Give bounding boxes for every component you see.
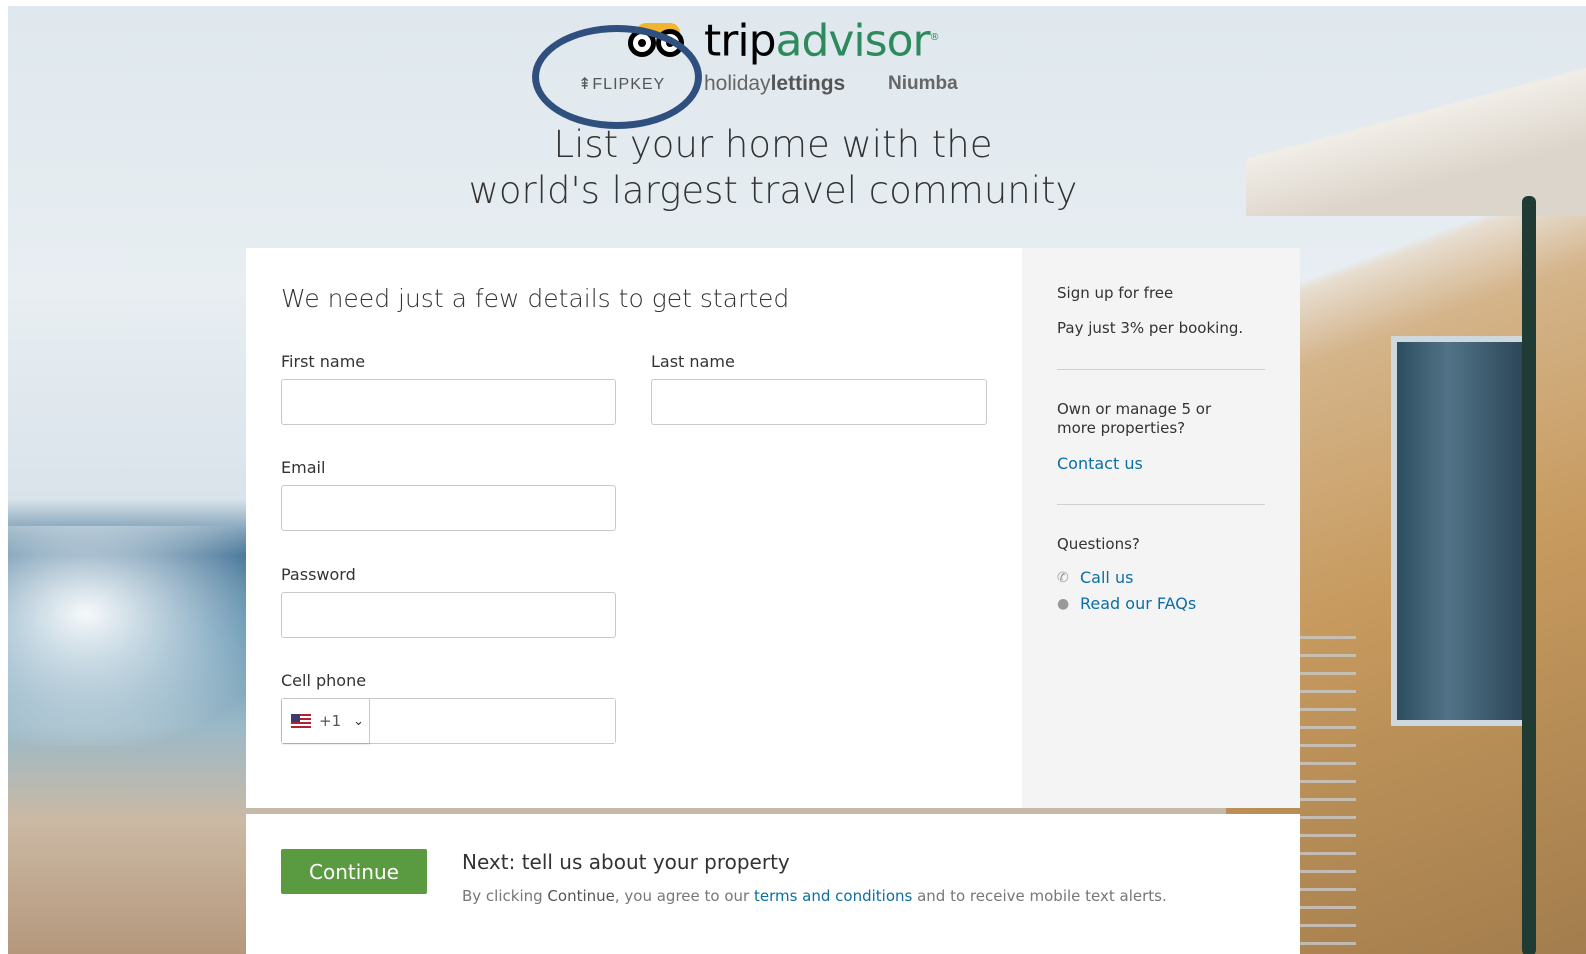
hero-headline: List your home with the world's largest … — [468, 123, 1078, 212]
manage-properties-text: Own or manage 5 or more properties? — [1057, 400, 1212, 437]
holidaylettings-logo: holidaylettings — [704, 72, 846, 95]
first-name-input[interactable] — [281, 379, 616, 425]
signup-form: We need just a few details to get starte… — [246, 248, 1022, 808]
email-label: Email — [281, 458, 326, 477]
sidebar-divider — [1057, 504, 1265, 505]
drain-pipe — [1522, 196, 1536, 954]
contact-us-link[interactable]: Contact us — [1057, 454, 1143, 473]
password-label: Password — [281, 565, 356, 584]
last-name-label: Last name — [651, 352, 735, 371]
email-input[interactable] — [281, 485, 616, 531]
cell-phone-field: +1 ⌄ — [281, 698, 616, 744]
sidebar-divider — [1057, 369, 1265, 370]
legal-notice: By clicking Continue, you agree to our t… — [462, 887, 1167, 905]
us-flag-icon — [291, 714, 311, 728]
pricing-text: Pay just 3% per booking. — [1057, 319, 1244, 337]
next-step-title: Next: tell us about your property — [462, 850, 790, 874]
sun-glare — [8, 526, 268, 746]
form-title: We need just a few details to get starte… — [281, 284, 790, 313]
house-window — [1391, 336, 1531, 726]
password-input[interactable] — [281, 592, 616, 638]
last-name-input[interactable] — [651, 379, 987, 425]
continue-button[interactable]: Continue — [281, 849, 427, 894]
call-us-link[interactable]: Call us — [1080, 568, 1133, 587]
tripadvisor-wordmark: tripadvisor® — [704, 15, 940, 67]
niumba-logo: Niumba — [888, 73, 958, 94]
highlight-circle-annotation — [532, 25, 702, 129]
signup-card: We need just a few details to get starte… — [246, 248, 1300, 808]
questions-text: Questions? — [1057, 535, 1140, 553]
footer-bar: Continue Next: tell us about your proper… — [246, 814, 1300, 954]
first-name-label: First name — [281, 352, 366, 371]
cell-phone-input[interactable] — [370, 699, 615, 743]
cell-phone-label: Cell phone — [281, 671, 367, 690]
phone-icon: ✆ — [1057, 570, 1069, 586]
chat-bubble-icon: ● — [1057, 596, 1070, 612]
country-code-value: +1 — [319, 712, 342, 730]
signup-free-text: Sign up for free — [1057, 284, 1174, 302]
chevron-down-icon: ⌄ — [353, 713, 365, 729]
terms-link[interactable]: terms and conditions — [754, 887, 912, 905]
info-sidebar: Sign up for free Pay just 3% per booking… — [1022, 248, 1300, 808]
read-faqs-link[interactable]: Read our FAQs — [1080, 594, 1196, 613]
country-code-select[interactable]: +1 ⌄ — [282, 699, 370, 743]
